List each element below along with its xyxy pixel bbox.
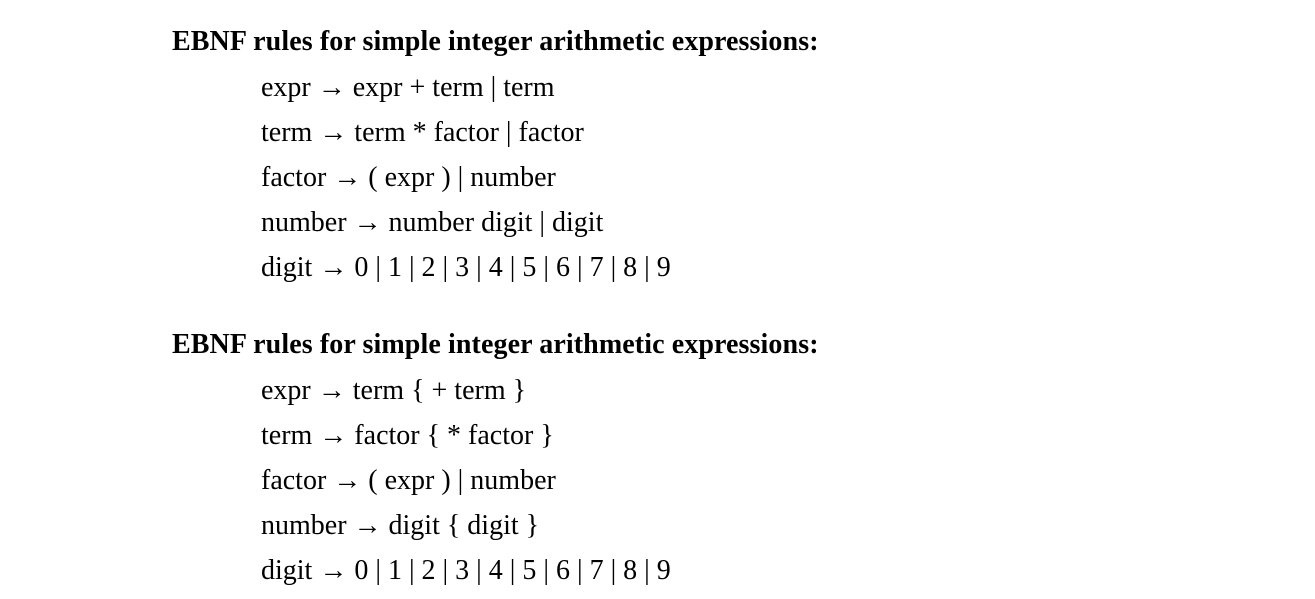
rule-list: expr → expr + term | term term → term * … [261, 65, 819, 290]
rule-expr: expr → expr + term | term [261, 72, 555, 103]
grammar-section-iterative: EBNF rules for simple integer arithmetic… [172, 327, 819, 593]
rule-list: expr → term { + term } term → factor { *… [261, 368, 819, 593]
rule-digit: digit → 0 | 1 | 2 | 3 | 4 | 5 | 6 | 7 | … [261, 555, 671, 586]
rule-factor: factor → ( expr ) | number [261, 465, 556, 496]
grammar-section-recursive: EBNF rules for simple integer arithmetic… [172, 24, 819, 290]
rule-term: term → term * factor | factor [261, 117, 584, 148]
rule-number: number → number digit | digit [261, 207, 604, 238]
rule-expr: expr → term { + term } [261, 375, 527, 406]
section-heading: EBNF rules for simple integer arithmetic… [172, 26, 819, 57]
rule-factor: factor → ( expr ) | number [261, 162, 556, 193]
rule-digit: digit → 0 | 1 | 2 | 3 | 4 | 5 | 6 | 7 | … [261, 252, 671, 283]
section-heading: EBNF rules for simple integer arithmetic… [172, 329, 819, 360]
rule-number: number → digit { digit } [261, 510, 540, 541]
rule-term: term → factor { * factor } [261, 420, 554, 451]
